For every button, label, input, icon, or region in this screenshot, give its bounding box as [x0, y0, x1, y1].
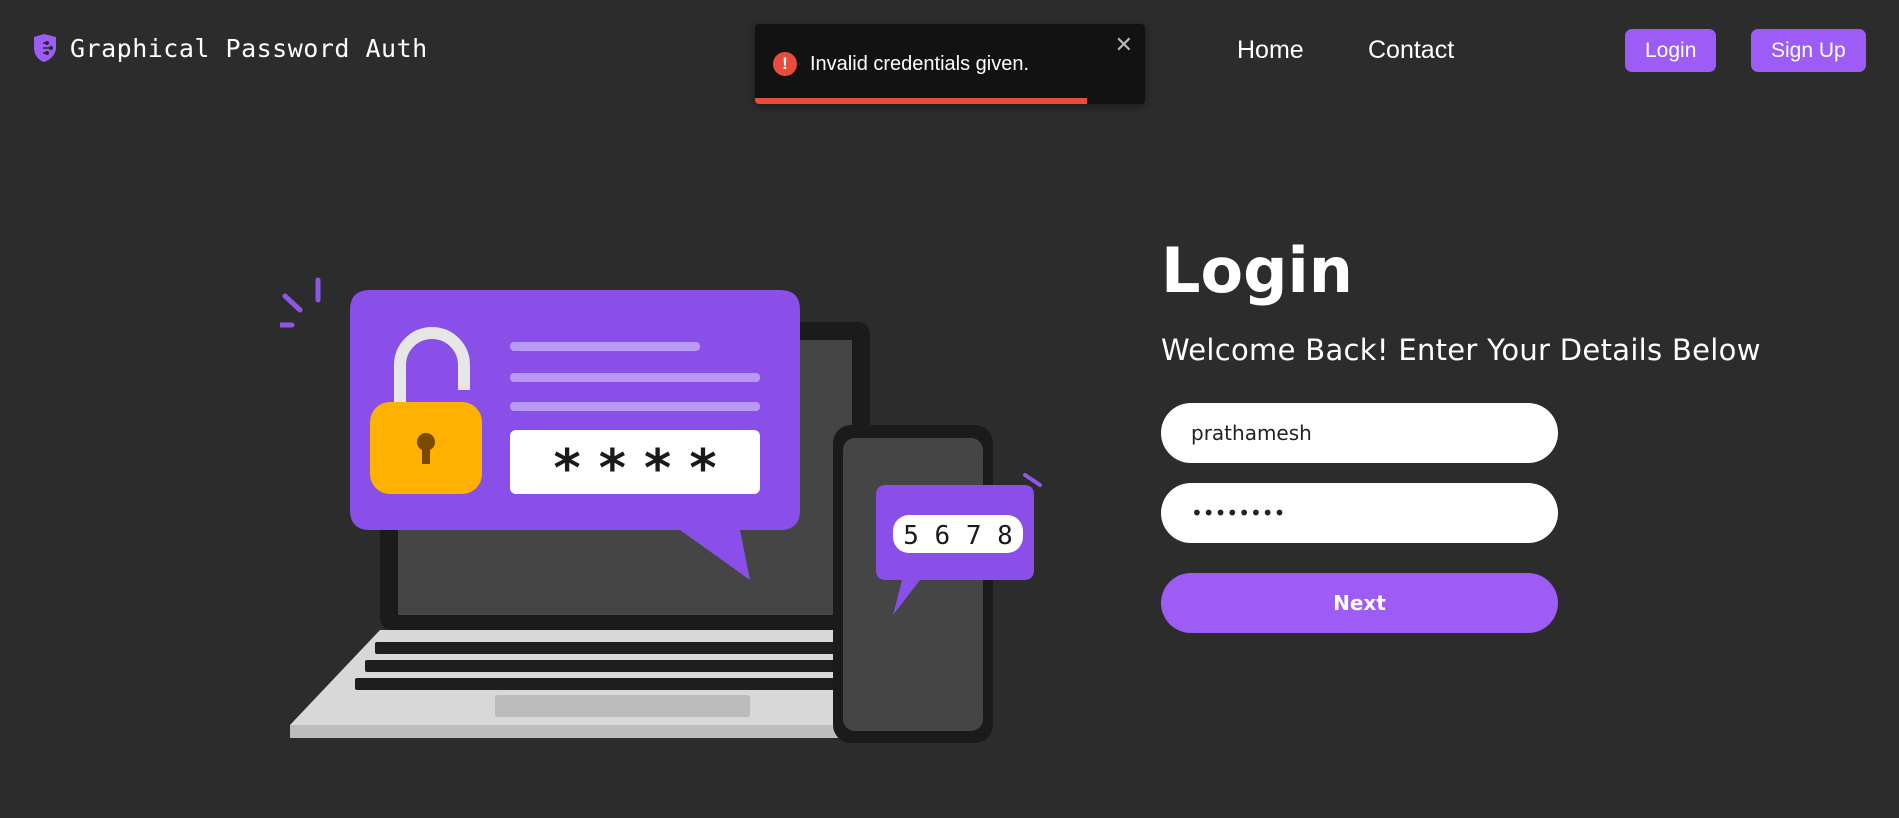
password-mask: * * * * [553, 439, 716, 499]
phone-code: 5 6 7 8 [903, 521, 1013, 551]
page-subtitle: Welcome Back! Enter Your Details Below [1161, 333, 1761, 367]
nav-login-button[interactable]: Login [1625, 29, 1717, 72]
brand-logo[interactable]: Graphical Password Auth [30, 33, 428, 63]
sparkle-icon [280, 277, 321, 328]
toast-progress-bar [755, 98, 1087, 104]
toast-message: Invalid credentials given. [810, 53, 1030, 75]
nav-home-link[interactable]: Home [1237, 36, 1304, 65]
username-input[interactable] [1161, 403, 1558, 463]
toast-progress-track [755, 98, 1145, 104]
page-title: Login [1161, 234, 1353, 307]
nav-contact-link[interactable]: Contact [1368, 36, 1454, 65]
close-icon[interactable]: ✕ [1115, 32, 1133, 58]
password-input[interactable] [1161, 483, 1558, 543]
next-button[interactable]: Next [1161, 573, 1558, 633]
shield-icon [34, 34, 56, 62]
error-toast: ! Invalid credentials given. ✕ [755, 24, 1145, 104]
nav-signup-button[interactable]: Sign Up [1751, 29, 1866, 72]
error-icon: ! [773, 52, 797, 76]
brand-name: Graphical Password Auth [70, 33, 428, 63]
security-illustration: * * * * 5 6 7 8 [280, 277, 1042, 743]
keyboard [355, 642, 865, 690]
